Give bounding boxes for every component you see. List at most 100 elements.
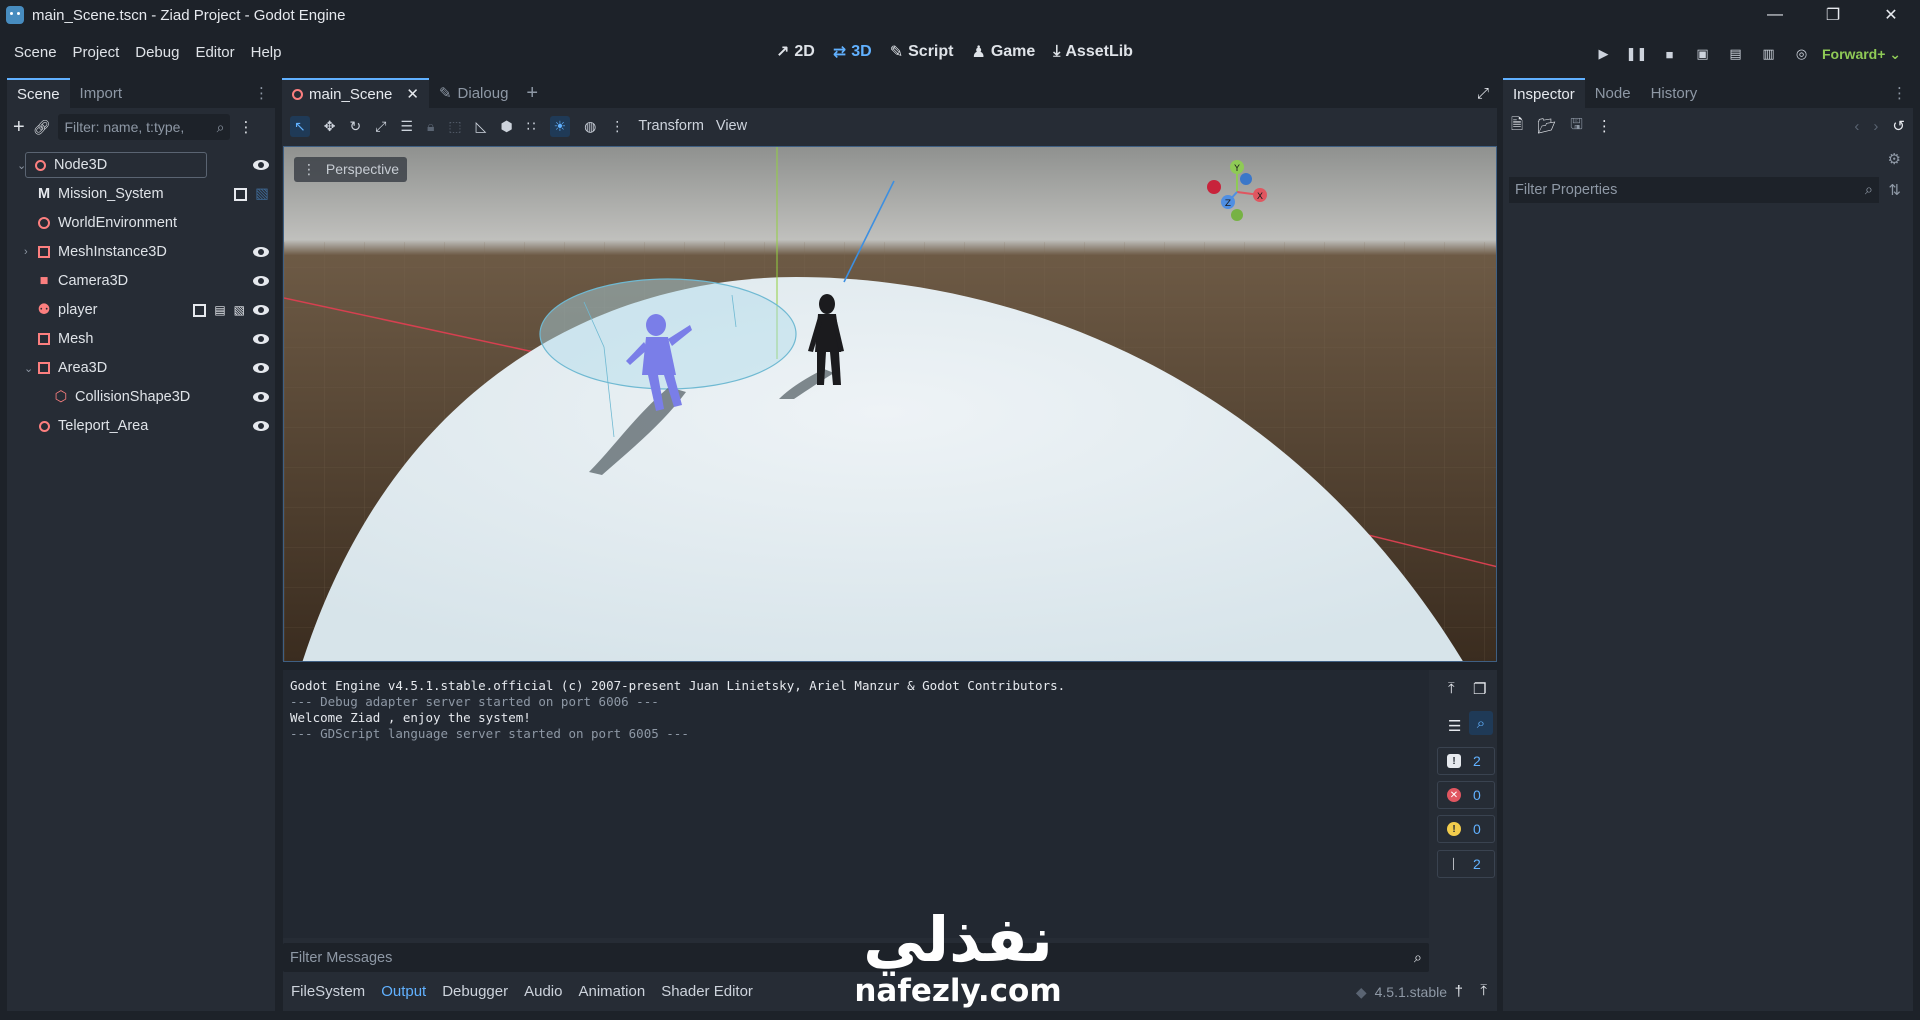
filter-warnings-button[interactable]: ! 0: [1437, 815, 1495, 843]
tab-shader-editor[interactable]: Shader Editor: [653, 983, 761, 1000]
tab-output[interactable]: Output: [373, 983, 434, 1000]
local-space-icon[interactable]: ⬢: [500, 118, 512, 135]
movie-maker-icon[interactable]: ◎: [1788, 42, 1815, 66]
3d-viewport[interactable]: ⋮ Perspective Y X Z: [283, 146, 1497, 662]
more-options-icon[interactable]: ⋮: [1597, 117, 1612, 135]
tree-node-area3d[interactable]: ⌄ Area3D: [7, 354, 275, 382]
selectable-list-icon[interactable]: ☰: [400, 118, 413, 135]
new-resource-icon[interactable]: 🗎︎: [1511, 114, 1523, 139]
tree-node-worldenvironment[interactable]: WorldEnvironment: [7, 209, 275, 237]
tab-node[interactable]: Node: [1585, 78, 1641, 108]
mode-2d-button[interactable]: ↗ 2D: [776, 42, 815, 62]
minimize-button[interactable]: —: [1746, 0, 1804, 30]
lock-icon[interactable]: 🔒︎: [427, 118, 434, 135]
visibility-eye-icon[interactable]: [253, 392, 269, 402]
filter-messages-input[interactable]: Filter Messages ⌕: [283, 943, 1429, 972]
menu-scene[interactable]: Scene: [6, 38, 65, 67]
tab-animation[interactable]: Animation: [570, 983, 653, 1000]
collapse-arrow-icon[interactable]: ⌄: [24, 362, 33, 375]
visibility-eye-icon[interactable]: [253, 276, 269, 286]
visibility-eye-icon[interactable]: [253, 247, 269, 257]
back-icon[interactable]: ‹: [1854, 118, 1859, 135]
load-resource-icon[interactable]: 📂︎: [1537, 117, 1556, 135]
close-button[interactable]: ✕: [1862, 0, 1920, 30]
tab-inspector[interactable]: Inspector: [1503, 78, 1585, 108]
forward-icon[interactable]: ›: [1873, 118, 1878, 135]
tree-node-meshinstance3d[interactable]: › MeshInstance3D: [7, 238, 275, 266]
menu-debug[interactable]: Debug: [127, 38, 187, 67]
restore-button[interactable]: ❐: [1804, 0, 1862, 30]
add-tab-icon[interactable]: +: [526, 82, 538, 105]
menu-editor[interactable]: Editor: [187, 38, 242, 67]
search-toggle-icon[interactable]: ⌕: [1469, 711, 1493, 735]
move-tool-icon[interactable]: ✥: [324, 118, 336, 135]
play-scene-icon[interactable]: ▤: [1722, 42, 1749, 66]
tab-scene[interactable]: Scene: [7, 78, 70, 108]
mode-script-button[interactable]: ✎ Script: [890, 42, 954, 62]
transform-menu[interactable]: Transform: [638, 118, 704, 134]
tab-main-scene[interactable]: main_Scene ✕: [282, 78, 429, 108]
tab-audio[interactable]: Audio: [516, 983, 570, 1000]
signals-icon[interactable]: [234, 187, 248, 201]
scene-filter-input[interactable]: Filter: name, t:type, ⌕: [58, 114, 231, 140]
script-attached-icon[interactable]: ▧: [234, 303, 245, 317]
tree-node-player[interactable]: ⚉ player ▤ ▧: [7, 296, 275, 324]
play-icon[interactable]: ▶: [1590, 42, 1617, 66]
mode-assetlib-button[interactable]: ⤓ AssetLib: [1053, 42, 1133, 62]
mode-game-button[interactable]: ♟ Game: [971, 42, 1035, 62]
expand-panel-icon[interactable]: ⤒: [1480, 982, 1487, 999]
copy-output-icon[interactable]: ❐: [1473, 680, 1486, 698]
signals-icon[interactable]: [193, 303, 207, 317]
clear-output-icon[interactable]: ⤒: [1448, 680, 1455, 697]
group-icon[interactable]: ⬚: [448, 118, 461, 135]
distraction-free-icon[interactable]: ⤢: [1477, 85, 1489, 102]
visibility-eye-icon[interactable]: [253, 305, 269, 315]
tree-node-teleport-area[interactable]: Teleport_Area: [7, 412, 275, 440]
rotate-tool-icon[interactable]: ↻: [349, 118, 361, 135]
tree-node-camera3d[interactable]: ■ Camera3D: [7, 267, 275, 295]
filter-messages-button[interactable]: ! 2: [1437, 747, 1495, 775]
save-resource-icon[interactable]: 🖫︎: [1570, 114, 1583, 139]
view-menu[interactable]: View: [716, 118, 747, 134]
dock-menu-icon[interactable]: ⋮: [254, 84, 269, 102]
view-gizmo[interactable]: Y X Z: [1202, 157, 1272, 227]
scale-tool-icon[interactable]: ⤢: [375, 118, 386, 135]
select-tool-icon[interactable]: ↖: [290, 115, 310, 137]
filter-editor-button[interactable]: │ 2: [1437, 850, 1495, 878]
more-options-icon[interactable]: ⋮: [610, 118, 624, 135]
tab-dialoug[interactable]: ✎ Dialoug: [429, 78, 518, 108]
visibility-eye-icon[interactable]: [253, 160, 269, 170]
scene-options-icon[interactable]: ⋮: [238, 118, 253, 136]
tree-node-node3d[interactable]: ⌄ Node3D: [7, 151, 275, 179]
filter-errors-button[interactable]: ✕ 0: [1437, 781, 1495, 809]
sun-preview-icon[interactable]: ☀: [549, 115, 571, 137]
output-log[interactable]: Godot Engine v4.5.1.stable.official (c) …: [283, 670, 1429, 938]
tab-history[interactable]: History: [1641, 78, 1708, 108]
visibility-eye-icon[interactable]: [253, 421, 269, 431]
instance-scene-icon[interactable]: 🔗︎: [33, 119, 51, 136]
sort-properties-icon[interactable]: ⇅: [1888, 181, 1901, 199]
pin-panel-icon[interactable]: †: [1455, 983, 1463, 1000]
filter-properties-input[interactable]: Filter Properties ⌕: [1509, 177, 1879, 203]
ruler-icon[interactable]: ◺: [476, 118, 487, 135]
close-tab-icon[interactable]: ✕: [406, 85, 419, 103]
open-scene-icon[interactable]: ▤: [214, 303, 225, 317]
tab-import[interactable]: Import: [70, 78, 133, 108]
tree-node-mesh[interactable]: Mesh: [7, 325, 275, 353]
menu-project[interactable]: Project: [65, 38, 128, 67]
tab-filesystem[interactable]: FileSystem: [283, 983, 373, 1000]
mode-3d-button[interactable]: ⇄ 3D: [833, 42, 872, 62]
pause-icon[interactable]: ❚❚: [1623, 42, 1650, 66]
tab-debugger[interactable]: Debugger: [434, 983, 516, 1000]
script-attached-icon[interactable]: ▧: [255, 186, 269, 202]
stop-icon[interactable]: ■: [1656, 42, 1683, 66]
remote-debug-icon[interactable]: ▣: [1689, 42, 1716, 66]
visibility-eye-icon[interactable]: [253, 334, 269, 344]
expand-arrow-icon[interactable]: ›: [24, 246, 28, 258]
object-history-icon[interactable]: ↺: [1892, 117, 1905, 135]
play-custom-scene-icon[interactable]: ▥: [1755, 42, 1782, 66]
perspective-menu[interactable]: ⋮ Perspective: [294, 157, 408, 182]
menu-help[interactable]: Help: [243, 38, 290, 67]
snap-icon[interactable]: ∷: [527, 118, 536, 135]
object-props-icon[interactable]: ⚙: [1888, 150, 1901, 168]
